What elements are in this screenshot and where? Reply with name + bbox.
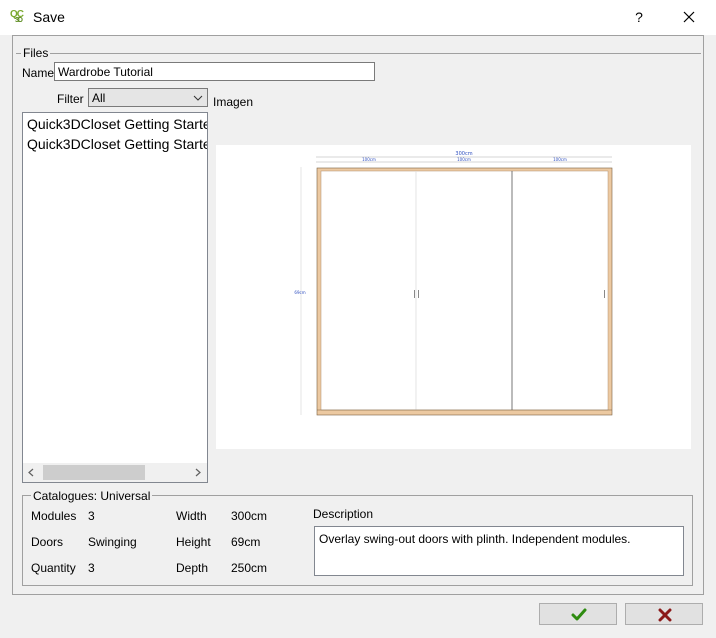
wardrobe-drawing: 300cm 100cm 100cm 100cm 69cm (294, 151, 613, 416)
preview-image: 300cm 100cm 100cm 100cm 69cm (216, 145, 691, 449)
ok-button[interactable] (539, 603, 617, 625)
quantity-value: 3 (88, 561, 95, 575)
list-item[interactable]: Quick3DCloset Getting Started (27, 136, 207, 152)
doors-label: Doors (31, 535, 64, 549)
height-label: Height (176, 535, 211, 549)
quantity-label: Quantity (31, 561, 76, 575)
name-input[interactable] (54, 62, 375, 81)
x-icon (658, 608, 672, 622)
image-label: Imagen (213, 95, 254, 109)
check-icon (571, 608, 587, 621)
dim-section-label: 100cm (362, 157, 376, 162)
window-title: Save (33, 9, 65, 25)
height-value: 69cm (231, 535, 261, 549)
app-logo-icon: QC 3D (10, 9, 24, 24)
doors-value: Swinging (88, 535, 137, 549)
name-label: Name (22, 66, 55, 80)
close-button[interactable] (678, 6, 700, 28)
dim-section-label: 100cm (553, 157, 567, 162)
width-value: 300cm (231, 509, 268, 523)
modules-value: 3 (88, 509, 95, 523)
dim-section-label: 100cm (457, 157, 471, 162)
close-icon (683, 11, 695, 23)
chevron-down-icon (193, 95, 203, 101)
description-label: Description (313, 507, 374, 521)
width-label: Width (176, 509, 207, 523)
scroll-left-icon[interactable] (27, 468, 35, 477)
depth-label: Depth (176, 561, 209, 575)
depth-value: 250cm (231, 561, 268, 575)
filter-label: Filter (57, 92, 84, 106)
cancel-button[interactable] (625, 603, 703, 625)
filter-select[interactable]: All (88, 88, 208, 107)
filter-select-value: All (92, 91, 106, 105)
catalogue-title: Catalogues: Universal (31, 489, 153, 503)
scrollbar-thumb[interactable] (43, 465, 145, 480)
description-box: Overlay swing-out doors with plinth. Ind… (314, 526, 684, 576)
modules-label: Modules (31, 509, 77, 523)
title-bar (0, 0, 716, 35)
file-list[interactable]: Quick3DCloset Getting Started Quick3DClo… (22, 112, 208, 483)
horizontal-scrollbar[interactable] (23, 463, 207, 482)
help-button[interactable]: ? (628, 7, 650, 27)
scroll-right-icon[interactable] (194, 468, 202, 477)
files-group-title: Files (21, 46, 51, 60)
dim-left-label: 69cm (294, 290, 305, 295)
list-item[interactable]: Quick3DCloset Getting Started (27, 116, 207, 132)
